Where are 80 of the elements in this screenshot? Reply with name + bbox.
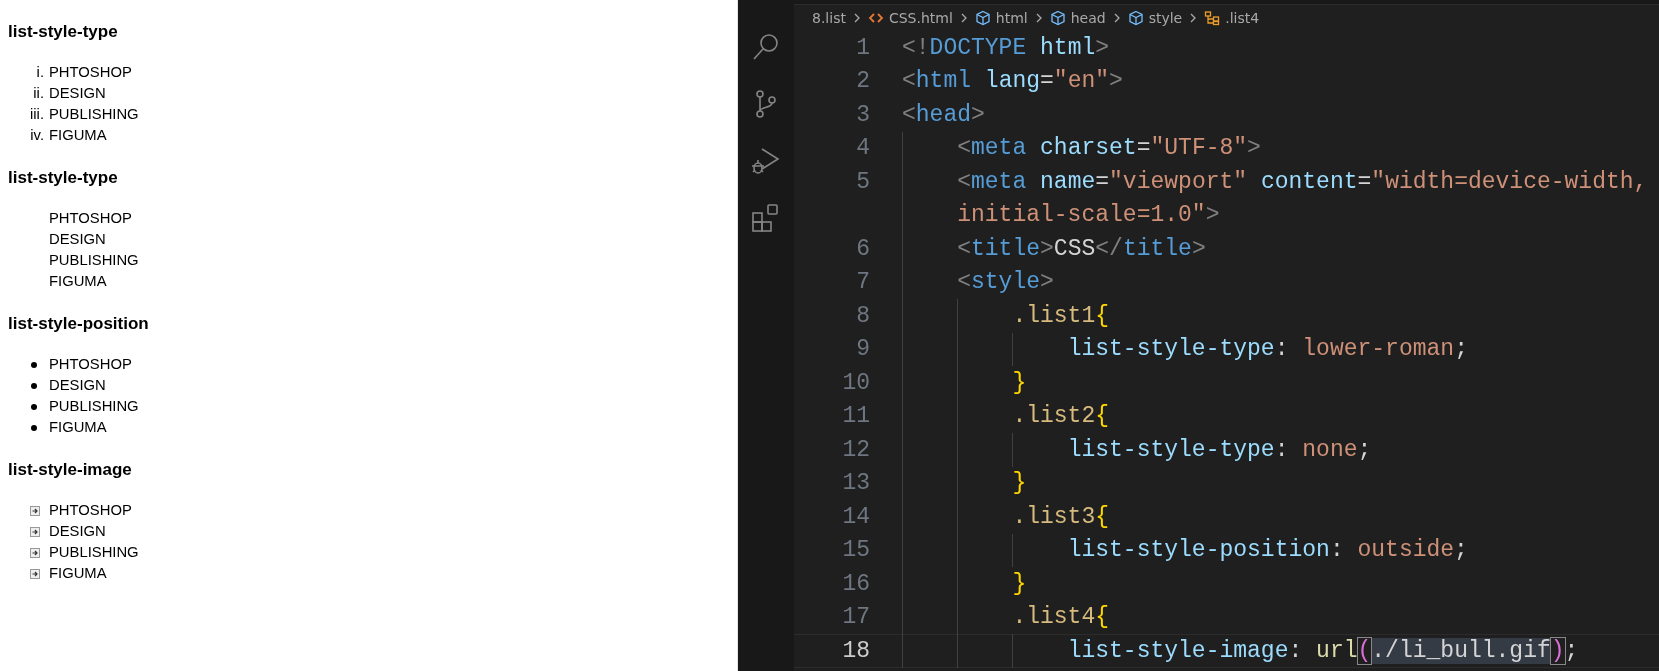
breadcrumb-item[interactable]: CSS.html — [867, 10, 953, 26]
list-item: PHTOSHOP — [49, 355, 132, 374]
cube-icon — [1127, 10, 1144, 26]
list-marker: ii. — [33, 84, 44, 103]
code-line: <meta name="viewport" content="width=device-width, — [956, 168, 1648, 195]
list-item: PUBLISHING — [49, 105, 139, 124]
code-line: .list1{ — [1011, 302, 1110, 329]
list-item: PUBLISHING — [49, 251, 139, 270]
code-line: } — [1011, 369, 1027, 396]
breadcrumb-item[interactable]: style — [1127, 10, 1183, 26]
code-line: .list2{ — [1011, 403, 1110, 430]
line-number: 6 — [855, 235, 870, 262]
line-number: 4 — [855, 135, 870, 162]
code-line: <title>CSS</title> — [956, 235, 1206, 262]
code-line: initial-scale=1.0"> — [956, 202, 1220, 229]
arrow-bullet-icon — [30, 526, 40, 537]
breadcrumb-item[interactable]: .list4 — [1204, 10, 1260, 26]
line-number: 13 — [841, 470, 870, 497]
line-number: 12 — [841, 436, 870, 463]
code-line: list-style-image: url(./li_bull.gif); — [1066, 637, 1579, 664]
line-number: 14 — [841, 503, 870, 530]
list-item: FIGUMA — [49, 272, 107, 291]
arrow-bullet-icon — [30, 547, 40, 558]
breadcrumb-item[interactable]: 8.list — [812, 10, 846, 26]
bullet-icon — [31, 361, 37, 368]
line-number: 18 — [841, 637, 870, 664]
code-line: <!DOCTYPE html> — [902, 34, 1110, 61]
code-line: <head> — [902, 101, 985, 128]
list-item: PHTOSHOP — [49, 63, 132, 82]
line-number: 15 — [841, 537, 870, 564]
list-item: FIGUMA — [49, 126, 107, 145]
line-number: 1 — [855, 34, 870, 61]
code-line: <meta charset="UTF-8"> — [956, 135, 1261, 162]
line-number: 8 — [855, 302, 870, 329]
symbol-icon — [1204, 10, 1221, 26]
list-item: PHTOSHOP — [49, 501, 132, 520]
line-number: 17 — [841, 604, 870, 631]
line-number: 2 — [855, 68, 870, 95]
bullet-icon — [31, 424, 37, 431]
bullet-icon — [31, 403, 37, 410]
code-line: } — [1011, 470, 1027, 497]
cube-icon — [1049, 10, 1066, 26]
section-heading: list-style-type — [8, 167, 118, 189]
line-number: 11 — [841, 403, 870, 430]
line-number: 16 — [841, 570, 870, 597]
section-heading: list-style-type — [8, 21, 118, 43]
breadcrumb-item[interactable]: head — [1049, 10, 1106, 26]
list-item: FIGUMA — [49, 564, 107, 583]
breadcrumb-item[interactable]: html — [974, 10, 1028, 26]
arrow-bullet-icon — [30, 568, 40, 579]
section-heading: list-style-image — [8, 459, 132, 481]
code-line: list-style-type: lower-roman; — [1066, 336, 1468, 363]
line-number: 3 — [855, 101, 870, 128]
line-number: 7 — [855, 269, 870, 296]
cube-icon — [974, 10, 991, 26]
list-item: DESIGN — [49, 376, 106, 395]
line-number: 9 — [855, 336, 870, 363]
code-line: } — [1011, 570, 1027, 597]
line-number: 5 — [855, 168, 870, 195]
code-line: <html lang="en"> — [902, 68, 1123, 95]
bullet-icon — [31, 382, 37, 389]
list-item: PHTOSHOP — [49, 209, 132, 228]
section-heading: list-style-position — [8, 313, 149, 335]
arrow-bullet-icon — [30, 505, 40, 516]
line-number: 10 — [841, 369, 870, 396]
list-item: FIGUMA — [49, 418, 107, 437]
code-line: list-style-type: none; — [1066, 436, 1372, 463]
list-marker: iii. — [30, 105, 44, 124]
list-item: DESIGN — [49, 84, 106, 103]
list-marker: iv. — [30, 126, 44, 145]
run-debug-icon[interactable] — [750, 145, 782, 177]
code-line: <style> — [956, 269, 1054, 296]
code-line: .list3{ — [1011, 503, 1110, 530]
code-line: .list4{ — [1011, 604, 1110, 631]
list-item: PUBLISHING — [49, 543, 139, 562]
list-marker: i. — [36, 63, 44, 82]
code-line: list-style-position: outside; — [1066, 537, 1468, 564]
list-item: PUBLISHING — [49, 397, 139, 416]
list-item: DESIGN — [49, 230, 106, 249]
list-item: DESIGN — [49, 522, 106, 541]
